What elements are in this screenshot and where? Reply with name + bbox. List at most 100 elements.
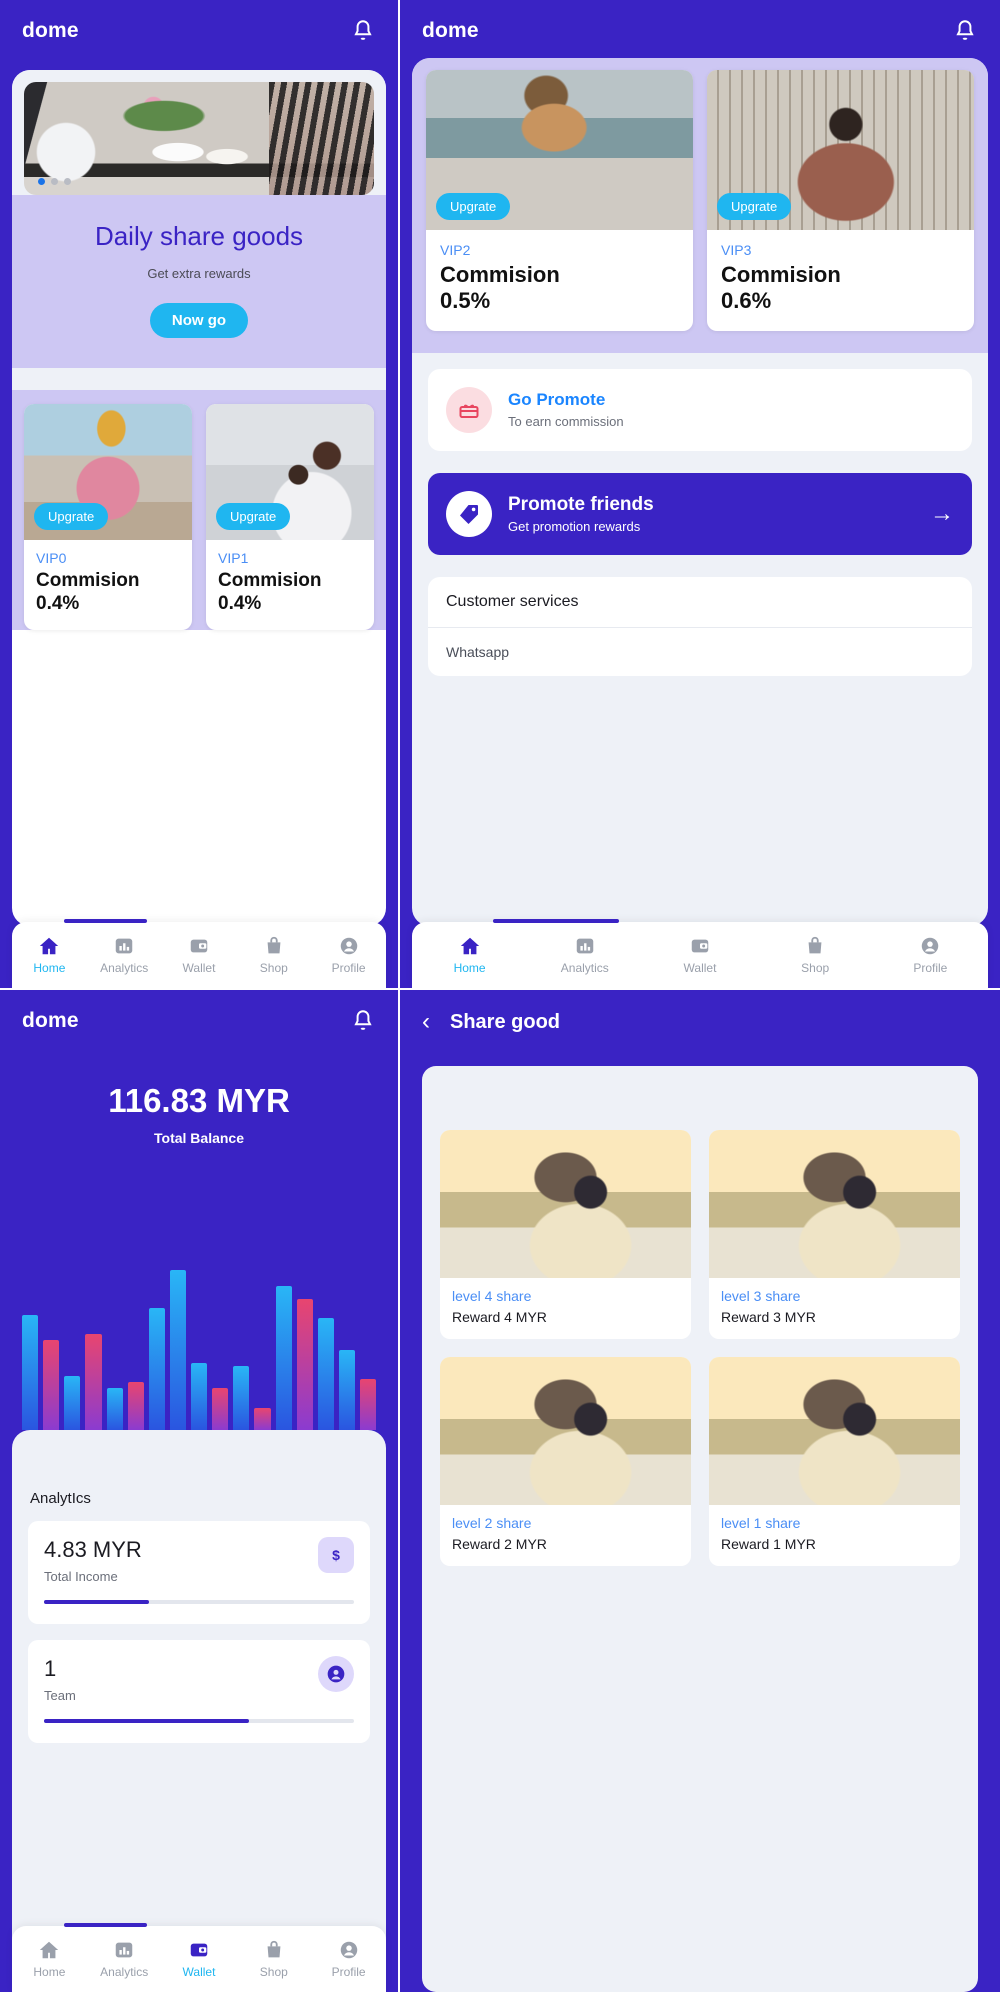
vip-card-meta: VIP0 Commision 0.4% — [24, 540, 192, 630]
share-good-app-bar: ‹ Share good — [400, 990, 1000, 1054]
bottom-navigation[interactable]: Home Analytics Wallet Shop Profile — [412, 922, 988, 988]
carousel-dot[interactable] — [64, 178, 71, 185]
nav-item-analytics[interactable]: Analytics — [89, 1939, 159, 1979]
stat-card-team[interactable]: 1 Team — [28, 1640, 370, 1743]
share-reward-label: Reward 4 MYR — [452, 1309, 679, 1325]
notification-bell-icon[interactable] — [350, 18, 376, 44]
daily-share-subtitle: Get extra rewards — [12, 266, 386, 281]
carousel-dots[interactable] — [38, 178, 71, 185]
chart-bar — [107, 1388, 123, 1430]
arrow-right-icon[interactable]: → — [930, 500, 954, 528]
nav-item-analytics[interactable]: Analytics — [550, 935, 620, 975]
nav-item-profile[interactable]: Profile — [895, 935, 965, 975]
nav-item-shop[interactable]: Shop — [780, 935, 850, 975]
promote-friends-card[interactable]: Promote friends Get promotion rewards → — [428, 473, 972, 555]
chart-bar — [191, 1363, 207, 1430]
vip-card[interactable]: Upgrate VIP1 Commision 0.4% — [206, 404, 374, 630]
vip-level-label: VIP0 — [36, 550, 180, 566]
wallet-icon — [689, 935, 711, 957]
share-card-photo — [440, 1357, 691, 1505]
customer-services-row-whatsapp[interactable]: Whatsapp — [428, 628, 972, 676]
nav-label: Profile — [332, 961, 366, 975]
share-card[interactable]: level 3 share Reward 3 MYR — [709, 1130, 960, 1339]
bar-chart-icon — [113, 1939, 135, 1961]
share-level-label: level 4 share — [452, 1288, 679, 1304]
go-promote-card[interactable]: Go Promote To earn commission — [428, 369, 972, 451]
person-icon — [338, 1939, 360, 1961]
chart-bar — [276, 1286, 292, 1430]
daily-share-banner: Daily share goods Get extra rewards Now … — [12, 195, 386, 368]
bottom-navigation[interactable]: Home Analytics Wallet Shop Profile — [12, 922, 386, 988]
home-icon — [459, 935, 481, 957]
chevron-left-icon[interactable]: ‹ — [422, 1010, 430, 1034]
tag-icon-wrap — [446, 491, 492, 537]
nav-item-shop[interactable]: Shop — [239, 935, 309, 975]
nav-item-home[interactable]: Home — [435, 935, 505, 975]
screenshot-grid: dome Daily share goods Get extra rewards — [0, 0, 1000, 1992]
vip-card[interactable]: Upgrate VIP2 Commision 0.5% — [426, 70, 693, 331]
nav-label: Home — [33, 961, 65, 975]
nav-label: Wallet — [183, 1965, 216, 1979]
share-card-meta: level 1 share Reward 1 MYR — [709, 1505, 960, 1566]
share-level-label: level 1 share — [721, 1515, 948, 1531]
person-icon — [326, 1664, 346, 1684]
vip-level-label: VIP2 — [440, 242, 679, 258]
customer-services-card: Customer services Whatsapp — [428, 577, 972, 676]
analytics-sheet: AnalytIcs 4.83 MYR Total Income $ 1 Team — [12, 1430, 386, 1992]
gift-icon-wrap — [446, 387, 492, 433]
nav-item-wallet[interactable]: Wallet — [164, 1939, 234, 1979]
panel-wallet: dome 116.83 MYR Total Balance AnalytIcs … — [0, 990, 400, 1992]
vip-card-photo: Upgrate — [206, 404, 374, 540]
person-icon — [338, 935, 360, 957]
promo-section: Go Promote To earn commission Promote fr… — [412, 353, 988, 676]
chart-bar — [297, 1299, 313, 1430]
stat-card-total-income[interactable]: 4.83 MYR Total Income $ — [28, 1521, 370, 1624]
chart-bar — [212, 1388, 228, 1430]
nav-item-shop[interactable]: Shop — [239, 1939, 309, 1979]
share-card[interactable]: level 1 share Reward 1 MYR — [709, 1357, 960, 1566]
vip-commission-value: 0.4% — [36, 593, 79, 614]
nav-label: Profile — [332, 1965, 366, 1979]
nav-item-home[interactable]: Home — [14, 1939, 84, 1979]
vip-commission-value: 0.6% — [721, 288, 771, 313]
carousel-dot[interactable] — [51, 178, 58, 185]
bottom-navigation[interactable]: Home Analytics Wallet Shop Profile — [12, 1926, 386, 1992]
hero-carousel[interactable] — [12, 70, 386, 195]
nav-item-analytics[interactable]: Analytics — [89, 935, 159, 975]
nav-item-wallet[interactable]: Wallet — [665, 935, 735, 975]
upgrade-badge[interactable]: Upgrate — [717, 193, 791, 220]
person-badge-icon — [318, 1656, 354, 1692]
share-card-meta: level 3 share Reward 3 MYR — [709, 1278, 960, 1339]
hero-image — [24, 82, 374, 195]
share-card[interactable]: level 4 share Reward 4 MYR — [440, 1130, 691, 1339]
vip-commission: Commision 0.4% — [218, 570, 362, 616]
nav-item-home[interactable]: Home — [14, 935, 84, 975]
vip-card[interactable]: Upgrate VIP3 Commision 0.6% — [707, 70, 974, 331]
notification-bell-icon[interactable] — [952, 18, 978, 44]
stat-label: Total Income — [44, 1569, 354, 1584]
nav-label: Analytics — [561, 961, 609, 975]
vip-commission: Commision 0.4% — [36, 570, 180, 616]
panel-home-scrolled: dome Upgrate VIP2 Commision 0.5% — [400, 0, 1000, 990]
shopping-bag-icon — [263, 935, 285, 957]
notification-bell-icon[interactable] — [350, 1008, 376, 1034]
shopping-bag-icon — [263, 1939, 285, 1961]
share-level-label: level 3 share — [721, 1288, 948, 1304]
nav-label: Wallet — [183, 961, 216, 975]
bar-chart-icon — [113, 935, 135, 957]
vip-card[interactable]: Upgrate VIP0 Commision 0.4% — [24, 404, 192, 630]
chart-bar — [22, 1315, 38, 1430]
vip-card-meta: VIP3 Commision 0.6% — [707, 230, 974, 331]
nav-item-wallet[interactable]: Wallet — [164, 935, 234, 975]
nav-item-profile[interactable]: Profile — [314, 1939, 384, 1979]
tag-icon — [457, 502, 481, 526]
carousel-dot-active[interactable] — [38, 178, 45, 185]
upgrade-badge[interactable]: Upgrate — [34, 503, 108, 530]
nav-label: Profile — [913, 961, 947, 975]
balance-bar-chart — [22, 1270, 376, 1430]
upgrade-badge[interactable]: Upgrate — [216, 503, 290, 530]
nav-item-profile[interactable]: Profile — [314, 935, 384, 975]
now-go-button[interactable]: Now go — [150, 303, 248, 338]
upgrade-badge[interactable]: Upgrate — [436, 193, 510, 220]
share-card[interactable]: level 2 share Reward 2 MYR — [440, 1357, 691, 1566]
